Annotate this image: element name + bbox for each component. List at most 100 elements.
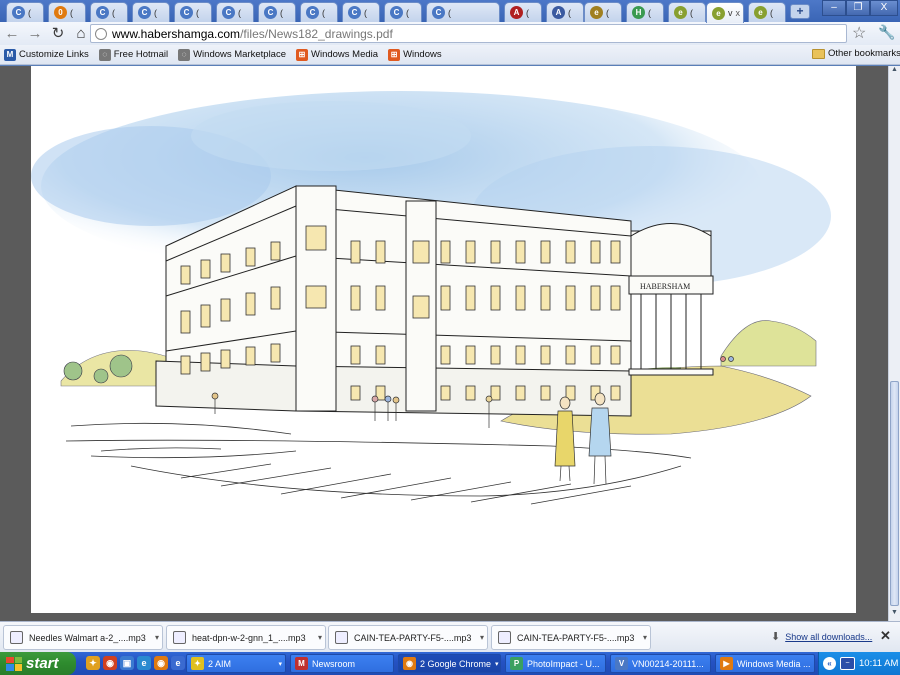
browser-tab[interactable]: C( bbox=[426, 2, 500, 22]
taskbar-button[interactable]: V VN00214-20111... bbox=[610, 654, 711, 673]
taskbar-button[interactable]: M Newsroom bbox=[290, 654, 394, 673]
download-menu-arrow-icon[interactable]: ▾ bbox=[155, 633, 159, 642]
download-filename: Needles Walmart a-2_....mp3 bbox=[29, 632, 146, 643]
show-all-downloads-link[interactable]: Show all downloads... bbox=[785, 632, 872, 642]
browser-tab[interactable]: C( bbox=[6, 2, 44, 22]
taskbar-app-icon: V bbox=[615, 657, 628, 670]
taskbar-button-label: 2 AIM bbox=[208, 658, 232, 669]
building-window bbox=[440, 240, 451, 264]
tab-favicon-icon: e bbox=[754, 6, 767, 19]
other-bookmarks[interactable]: Other bookmarks bbox=[812, 48, 900, 59]
close-downloads-shelf-button[interactable]: ✕ bbox=[880, 628, 891, 644]
download-filename: CAIN-TEA-PARTY-F5-....mp3 bbox=[354, 632, 472, 643]
browser-tab[interactable]: evx bbox=[706, 2, 744, 23]
quicklaunch-icon[interactable]: ◉ bbox=[154, 656, 168, 670]
building-window bbox=[180, 310, 191, 334]
building-window bbox=[350, 345, 361, 365]
browser-tab[interactable]: C( bbox=[174, 2, 212, 22]
tray-app-icon[interactable]: ~ bbox=[840, 657, 855, 670]
wrench-menu-icon[interactable]: 🔧 bbox=[878, 24, 895, 41]
building-window bbox=[200, 352, 211, 372]
download-menu-arrow-icon[interactable]: ▾ bbox=[480, 633, 484, 642]
quicklaunch-icon[interactable]: ▣ bbox=[120, 656, 134, 670]
building-sketch: HABERSHAM bbox=[31, 91, 831, 505]
tab-favicon-icon: C bbox=[222, 6, 235, 19]
quicklaunch-icon[interactable]: e bbox=[137, 656, 151, 670]
rotunda bbox=[628, 223, 714, 376]
download-item[interactable]: CAIN-TEA-PARTY-F5-....mp3 ▾ bbox=[491, 625, 651, 650]
close-window-button[interactable]: X bbox=[870, 0, 898, 16]
tab-favicon-icon: C bbox=[12, 6, 25, 19]
quicklaunch-icon[interactable]: ✦ bbox=[86, 656, 100, 670]
bookmark-star-icon[interactable]: ☆ bbox=[852, 23, 866, 43]
building-window bbox=[490, 345, 501, 365]
taskbar-button[interactable]: ▶ Windows Media ... bbox=[715, 654, 815, 673]
building-window bbox=[440, 385, 451, 401]
audio-file-icon bbox=[498, 631, 511, 644]
bookmark-item[interactable]: M Customize Links bbox=[4, 48, 89, 61]
browser-tab[interactable]: C( bbox=[300, 2, 338, 22]
building-window bbox=[540, 240, 551, 264]
building-window bbox=[220, 253, 231, 273]
browser-tab[interactable]: C( bbox=[258, 2, 296, 22]
bookmark-item[interactable]: ◌ Windows Marketplace bbox=[178, 48, 286, 61]
quicklaunch-icon[interactable]: e bbox=[171, 656, 185, 670]
bookmark-item[interactable]: ⊞ Windows Media bbox=[296, 48, 378, 61]
address-bar[interactable]: www.habershamga.com/files/News182_drawin… bbox=[90, 24, 847, 43]
browser-tab[interactable]: 0( bbox=[48, 2, 86, 22]
browser-tab[interactable]: C( bbox=[90, 2, 128, 22]
taskbar-button[interactable]: ✦ 2 AIM ▾ bbox=[186, 654, 286, 673]
download-item[interactable]: heat-dpn-w-2-gnn_1_....mp3 ▾ bbox=[166, 625, 326, 650]
tab-title: ( bbox=[322, 7, 325, 18]
taskbar-button[interactable]: ◉ 2 Google Chrome ▾ bbox=[398, 654, 501, 673]
minimize-button[interactable]: – bbox=[822, 0, 846, 16]
clock[interactable]: 10:11 AM bbox=[859, 658, 898, 669]
browser-tab[interactable]: A( bbox=[546, 2, 584, 22]
downloads-shelf: ⬇ Show all downloads... ✕ Needles Walmar… bbox=[0, 621, 900, 652]
back-button[interactable]: ← bbox=[1, 24, 23, 44]
browser-tab[interactable]: e( bbox=[668, 2, 706, 22]
pdf-page: HABERSHAM bbox=[31, 66, 856, 613]
building-window bbox=[375, 345, 386, 365]
scroll-up-arrow-icon[interactable]: ▲ bbox=[889, 66, 900, 78]
maximize-button[interactable]: ❐ bbox=[846, 0, 870, 16]
bookmark-item[interactable]: ⊞ Windows bbox=[388, 48, 442, 61]
download-menu-arrow-icon[interactable]: ▾ bbox=[318, 633, 322, 642]
audio-file-icon bbox=[173, 631, 186, 644]
quicklaunch-icon[interactable]: ◉ bbox=[103, 656, 117, 670]
home-button[interactable]: ⌂ bbox=[70, 24, 92, 44]
scroll-down-arrow-icon[interactable]: ▼ bbox=[889, 609, 900, 621]
taskbar-app-icon: ✦ bbox=[191, 657, 204, 670]
browser-tab[interactable]: C( bbox=[384, 2, 422, 22]
building-window bbox=[305, 285, 327, 309]
browser-tab[interactable]: C( bbox=[342, 2, 380, 22]
reload-button[interactable]: ↻ bbox=[47, 24, 69, 44]
forward-button[interactable]: → bbox=[24, 24, 46, 44]
tab-title: ( bbox=[606, 7, 609, 18]
browser-tab[interactable]: C( bbox=[216, 2, 254, 22]
bookmarks-bar: M Customize Links ◌ Free Hotmail ◌ Windows Ma… bbox=[0, 45, 900, 65]
browser-tab[interactable]: e( bbox=[584, 2, 622, 22]
tab-favicon-icon: e bbox=[674, 6, 687, 19]
download-item[interactable]: Needles Walmart a-2_....mp3 ▾ bbox=[3, 625, 163, 650]
windows-flag-icon bbox=[6, 656, 22, 671]
start-button[interactable]: start bbox=[0, 652, 76, 675]
building-window bbox=[180, 355, 191, 375]
building-window bbox=[490, 240, 501, 264]
browser-tab[interactable]: A( bbox=[504, 2, 542, 22]
browser-tab[interactable]: e( bbox=[748, 2, 786, 22]
download-menu-arrow-icon[interactable]: ▾ bbox=[643, 633, 647, 642]
bookmark-item[interactable]: ◌ Free Hotmail bbox=[98, 48, 168, 61]
tab-close-icon[interactable]: x bbox=[736, 8, 744, 18]
building-window bbox=[515, 285, 526, 311]
download-item[interactable]: CAIN-TEA-PARTY-F5-....mp3 ▾ bbox=[328, 625, 488, 650]
browser-tab[interactable]: C( bbox=[132, 2, 170, 22]
taskbar-button[interactable]: P PhotoImpact - U... bbox=[505, 654, 606, 673]
new-tab-button[interactable]: + bbox=[790, 4, 810, 19]
scrollbar-thumb[interactable] bbox=[890, 381, 899, 606]
vertical-scrollbar[interactable]: ▲ ▼ bbox=[888, 66, 900, 621]
show-all-downloads[interactable]: ⬇ Show all downloads... bbox=[771, 630, 872, 643]
browser-tab[interactable]: H( bbox=[626, 2, 664, 22]
start-label: start bbox=[26, 655, 59, 672]
tray-expand-icon[interactable]: « bbox=[823, 657, 836, 670]
